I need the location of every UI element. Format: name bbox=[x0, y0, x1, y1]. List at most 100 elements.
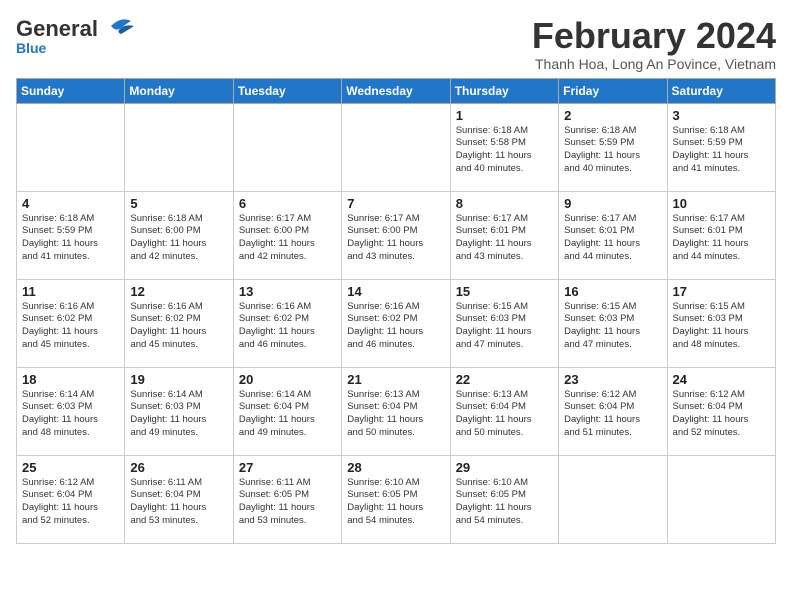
day-number: 1 bbox=[456, 108, 553, 123]
calendar-cell: 1 Sunrise: 6:18 AM Sunset: 5:58 PM Daylig… bbox=[450, 103, 558, 191]
day-info: Sunrise: 6:11 AM Sunset: 6:05 PM Dayligh… bbox=[239, 477, 336, 528]
day-number: 25 bbox=[22, 460, 119, 475]
day-info: Sunrise: 6:18 AM Sunset: 5:59 PM Dayligh… bbox=[673, 125, 770, 176]
day-info: Sunrise: 6:14 AM Sunset: 6:03 PM Dayligh… bbox=[22, 389, 119, 440]
calendar-cell: 15 Sunrise: 6:15 AM Sunset: 6:03 PM Dayli… bbox=[450, 279, 558, 367]
day-number: 4 bbox=[22, 196, 119, 211]
calendar-cell bbox=[667, 455, 775, 543]
col-header-wednesday: Wednesday bbox=[342, 78, 450, 103]
header: General Blue February 2024 Thanh Hoa, Lo… bbox=[16, 16, 776, 72]
logo-bird-icon bbox=[106, 16, 136, 36]
calendar-cell: 29 Sunrise: 6:10 AM Sunset: 6:05 PM Dayli… bbox=[450, 455, 558, 543]
day-info: Sunrise: 6:12 AM Sunset: 6:04 PM Dayligh… bbox=[673, 389, 770, 440]
day-number: 24 bbox=[673, 372, 770, 387]
calendar-cell: 28 Sunrise: 6:10 AM Sunset: 6:05 PM Dayli… bbox=[342, 455, 450, 543]
day-info: Sunrise: 6:17 AM Sunset: 6:01 PM Dayligh… bbox=[673, 213, 770, 264]
calendar-cell: 25Sunrise: 6:12 AM Sunset: 6:04 PM Dayli… bbox=[17, 455, 125, 543]
calendar-cell bbox=[233, 103, 341, 191]
day-info: Sunrise: 6:16 AM Sunset: 6:02 PM Dayligh… bbox=[239, 301, 336, 352]
logo-text: General bbox=[16, 16, 136, 40]
calendar-cell: 3 Sunrise: 6:18 AM Sunset: 5:59 PM Daylig… bbox=[667, 103, 775, 191]
calendar-cell: 2 Sunrise: 6:18 AM Sunset: 5:59 PM Daylig… bbox=[559, 103, 667, 191]
calendar-cell bbox=[342, 103, 450, 191]
calendar-week-2: 4 Sunrise: 6:18 AM Sunset: 5:59 PM Daylig… bbox=[17, 191, 776, 279]
calendar-cell: 18 Sunrise: 6:14 AM Sunset: 6:03 PM Dayli… bbox=[17, 367, 125, 455]
calendar-cell: 4 Sunrise: 6:18 AM Sunset: 5:59 PM Daylig… bbox=[17, 191, 125, 279]
day-info: Sunrise: 6:17 AM Sunset: 6:00 PM Dayligh… bbox=[347, 213, 444, 264]
day-number: 11 bbox=[22, 284, 119, 299]
day-number: 19 bbox=[130, 372, 227, 387]
day-number: 18 bbox=[22, 372, 119, 387]
calendar-cell: 10Sunrise: 6:17 AM Sunset: 6:01 PM Dayli… bbox=[667, 191, 775, 279]
day-info: Sunrise: 6:11 AM Sunset: 6:04 PM Dayligh… bbox=[130, 477, 227, 528]
title-area: February 2024 Thanh Hoa, Long An Povince… bbox=[532, 16, 776, 72]
day-number: 15 bbox=[456, 284, 553, 299]
day-number: 17 bbox=[673, 284, 770, 299]
col-header-tuesday: Tuesday bbox=[233, 78, 341, 103]
day-number: 26 bbox=[130, 460, 227, 475]
day-number: 3 bbox=[673, 108, 770, 123]
calendar-cell: 21 Sunrise: 6:13 AM Sunset: 6:04 PM Dayli… bbox=[342, 367, 450, 455]
day-number: 9 bbox=[564, 196, 661, 211]
calendar-cell: 20Sunrise: 6:14 AM Sunset: 6:04 PM Dayli… bbox=[233, 367, 341, 455]
calendar-cell: 19 Sunrise: 6:14 AM Sunset: 6:03 PM Dayli… bbox=[125, 367, 233, 455]
day-info: Sunrise: 6:16 AM Sunset: 6:02 PM Dayligh… bbox=[130, 301, 227, 352]
calendar-cell: 23 Sunrise: 6:12 AM Sunset: 6:04 PM Dayli… bbox=[559, 367, 667, 455]
calendar-cell: 22 Sunrise: 6:13 AM Sunset: 6:04 PM Dayli… bbox=[450, 367, 558, 455]
day-info: Sunrise: 6:18 AM Sunset: 5:59 PM Dayligh… bbox=[22, 213, 119, 264]
calendar-cell: 12Sunrise: 6:16 AM Sunset: 6:02 PM Dayli… bbox=[125, 279, 233, 367]
day-info: Sunrise: 6:17 AM Sunset: 6:01 PM Dayligh… bbox=[456, 213, 553, 264]
day-number: 13 bbox=[239, 284, 336, 299]
day-info: Sunrise: 6:12 AM Sunset: 6:04 PM Dayligh… bbox=[564, 389, 661, 440]
day-number: 29 bbox=[456, 460, 553, 475]
calendar-header-row: SundayMondayTuesdayWednesdayThursdayFrid… bbox=[17, 78, 776, 103]
col-header-monday: Monday bbox=[125, 78, 233, 103]
calendar-week-1: 1 Sunrise: 6:18 AM Sunset: 5:58 PM Daylig… bbox=[17, 103, 776, 191]
day-info: Sunrise: 6:13 AM Sunset: 6:04 PM Dayligh… bbox=[456, 389, 553, 440]
day-number: 22 bbox=[456, 372, 553, 387]
day-info: Sunrise: 6:13 AM Sunset: 6:04 PM Dayligh… bbox=[347, 389, 444, 440]
calendar-cell: 16Sunrise: 6:15 AM Sunset: 6:03 PM Dayli… bbox=[559, 279, 667, 367]
day-number: 23 bbox=[564, 372, 661, 387]
col-header-thursday: Thursday bbox=[450, 78, 558, 103]
day-number: 27 bbox=[239, 460, 336, 475]
day-info: Sunrise: 6:15 AM Sunset: 6:03 PM Dayligh… bbox=[673, 301, 770, 352]
calendar-cell: 6Sunrise: 6:17 AM Sunset: 6:00 PM Daylig… bbox=[233, 191, 341, 279]
logo-general: General bbox=[16, 16, 98, 41]
day-info: Sunrise: 6:17 AM Sunset: 6:01 PM Dayligh… bbox=[564, 213, 661, 264]
location-subtitle: Thanh Hoa, Long An Povince, Vietnam bbox=[532, 56, 776, 72]
day-info: Sunrise: 6:10 AM Sunset: 6:05 PM Dayligh… bbox=[456, 477, 553, 528]
day-number: 20 bbox=[239, 372, 336, 387]
day-info: Sunrise: 6:18 AM Sunset: 5:59 PM Dayligh… bbox=[564, 125, 661, 176]
day-info: Sunrise: 6:10 AM Sunset: 6:05 PM Dayligh… bbox=[347, 477, 444, 528]
day-info: Sunrise: 6:15 AM Sunset: 6:03 PM Dayligh… bbox=[456, 301, 553, 352]
day-number: 5 bbox=[130, 196, 227, 211]
calendar-cell: 7Sunrise: 6:17 AM Sunset: 6:00 PM Daylig… bbox=[342, 191, 450, 279]
day-info: Sunrise: 6:14 AM Sunset: 6:03 PM Dayligh… bbox=[130, 389, 227, 440]
day-number: 28 bbox=[347, 460, 444, 475]
calendar-cell bbox=[559, 455, 667, 543]
calendar-cell: 8 Sunrise: 6:17 AM Sunset: 6:01 PM Daylig… bbox=[450, 191, 558, 279]
day-info: Sunrise: 6:15 AM Sunset: 6:03 PM Dayligh… bbox=[564, 301, 661, 352]
day-number: 2 bbox=[564, 108, 661, 123]
calendar-cell: 5 Sunrise: 6:18 AM Sunset: 6:00 PM Daylig… bbox=[125, 191, 233, 279]
logo: General Blue bbox=[16, 16, 136, 56]
day-number: 21 bbox=[347, 372, 444, 387]
calendar-cell: 11Sunrise: 6:16 AM Sunset: 6:02 PM Dayli… bbox=[17, 279, 125, 367]
day-info: Sunrise: 6:18 AM Sunset: 6:00 PM Dayligh… bbox=[130, 213, 227, 264]
calendar-cell: 17 Sunrise: 6:15 AM Sunset: 6:03 PM Dayli… bbox=[667, 279, 775, 367]
calendar-cell: 9 Sunrise: 6:17 AM Sunset: 6:01 PM Daylig… bbox=[559, 191, 667, 279]
calendar-cell bbox=[17, 103, 125, 191]
month-title: February 2024 bbox=[532, 16, 776, 56]
calendar-week-3: 11 Sunrise: 6:16 AM Sunset: 6:02 PM Dayli… bbox=[17, 279, 776, 367]
day-info: Sunrise: 6:16 AM Sunset: 6:02 PM Dayligh… bbox=[347, 301, 444, 352]
calendar-cell: 24 Sunrise: 6:12 AM Sunset: 6:04 PM Dayli… bbox=[667, 367, 775, 455]
day-info: Sunrise: 6:17 AM Sunset: 6:00 PM Dayligh… bbox=[239, 213, 336, 264]
day-number: 8 bbox=[456, 196, 553, 211]
calendar-cell: 13 Sunrise: 6:16 AM Sunset: 6:02 PM Dayli… bbox=[233, 279, 341, 367]
calendar-week-5: 25Sunrise: 6:12 AM Sunset: 6:04 PM Dayli… bbox=[17, 455, 776, 543]
calendar-cell bbox=[125, 103, 233, 191]
day-info: Sunrise: 6:18 AM Sunset: 5:58 PM Dayligh… bbox=[456, 125, 553, 176]
calendar-table: SundayMondayTuesdayWednesdayThursdayFrid… bbox=[16, 78, 776, 544]
calendar-cell: 27 Sunrise: 6:11 AM Sunset: 6:05 PM Dayli… bbox=[233, 455, 341, 543]
